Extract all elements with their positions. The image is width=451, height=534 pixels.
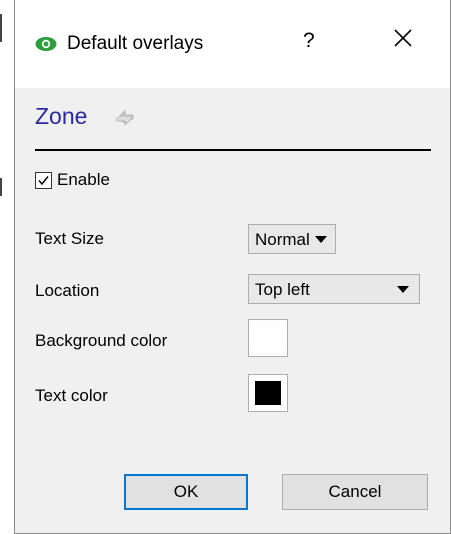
cancel-button[interactable]: Cancel xyxy=(282,474,428,510)
enable-label[interactable]: Enable xyxy=(57,170,110,190)
title-bar: Default overlays ? xyxy=(15,0,450,88)
section-title: Zone xyxy=(35,103,88,129)
refresh-arrows-icon[interactable] xyxy=(111,105,139,131)
background-window-edge xyxy=(0,0,14,534)
eye-icon xyxy=(35,36,57,52)
enable-checkbox[interactable] xyxy=(35,172,52,189)
background-color-label: Background color xyxy=(35,331,168,350)
chevron-down-icon xyxy=(315,236,327,243)
text-size-value: Normal xyxy=(255,230,310,249)
background-edge-mark xyxy=(0,14,2,42)
text-size-select[interactable]: Normal xyxy=(248,224,336,254)
close-icon xyxy=(394,29,412,47)
text-color-swatch xyxy=(255,381,281,405)
checkmark-icon xyxy=(38,176,49,186)
window-title: Default overlays xyxy=(67,33,204,54)
chevron-down-icon xyxy=(397,286,409,293)
default-overlays-dialog: Default overlays ? Zone Enable Text Size… xyxy=(14,0,451,534)
background-edge-mark xyxy=(0,178,2,196)
help-button[interactable]: ? xyxy=(303,29,315,53)
section-divider xyxy=(35,149,431,151)
text-size-label: Text Size xyxy=(35,229,104,248)
text-color-label: Text color xyxy=(35,386,108,405)
ok-button[interactable]: OK xyxy=(124,474,248,510)
location-value: Top left xyxy=(255,280,310,299)
background-color-button[interactable] xyxy=(248,319,288,357)
location-select[interactable]: Top left xyxy=(248,274,420,304)
text-color-button[interactable] xyxy=(248,374,288,412)
dialog-content: Zone Enable Text Size Normal Location To… xyxy=(15,88,450,533)
background-color-swatch xyxy=(255,326,281,350)
location-label: Location xyxy=(35,281,100,300)
close-button[interactable] xyxy=(393,28,413,53)
